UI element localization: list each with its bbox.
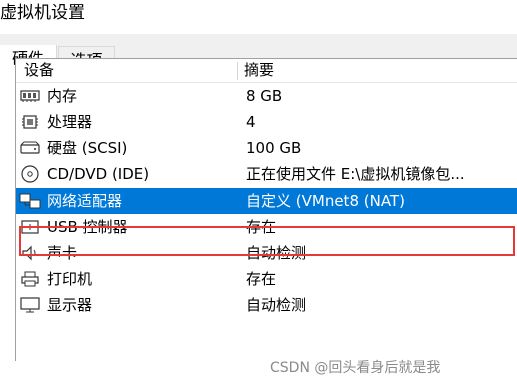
memory-icon: [19, 87, 41, 105]
device-name: CD/DVD (IDE): [47, 165, 150, 183]
device-row-processor[interactable]: 处理器 4: [16, 109, 517, 135]
device-summary: 自定义 (VMnet8 (NAT): [246, 192, 405, 210]
device-row-usb-controller[interactable]: USB 控制器 存在: [16, 214, 517, 240]
list-header: 设备 摘要: [16, 59, 517, 83]
device-summary: 正在使用文件 E:\虚拟机镜像包...: [246, 165, 465, 183]
device-row-hard-disk[interactable]: 硬盘 (SCSI) 100 GB: [16, 135, 517, 161]
device-summary: 8 GB: [246, 87, 283, 105]
device-name: 显示器: [47, 296, 93, 314]
device-row-printer[interactable]: 打印机 存在: [16, 266, 517, 292]
device-summary: 4: [246, 113, 256, 131]
column-header-summary[interactable]: 摘要: [244, 59, 274, 82]
printer-icon: [19, 270, 41, 288]
network-adapter-icon: [19, 192, 41, 210]
device-name: 网络适配器: [47, 192, 123, 210]
title-bar: 虚拟机设置: [0, 0, 517, 34]
device-list: 设备 摘要 内存 8 GB 处理器 4 硬盘 (SCSI) 100 GB CD/…: [15, 58, 517, 361]
device-name: USB 控制器: [47, 218, 128, 236]
speaker-icon: [19, 244, 41, 262]
device-row-sound-card[interactable]: 声卡 自动检测: [16, 240, 517, 266]
device-name: 处理器: [47, 113, 93, 131]
watermark: CSDN @回头看身后就是我: [270, 360, 441, 376]
device-name: 打印机: [47, 270, 93, 288]
monitor-icon: [19, 296, 41, 314]
usb-icon: [19, 218, 41, 236]
hard-disk-icon: [19, 139, 41, 157]
processor-icon: [19, 113, 41, 131]
device-row-display[interactable]: 显示器 自动检测: [16, 292, 517, 318]
device-name: 声卡: [47, 244, 78, 262]
device-summary: 自动检测: [246, 244, 307, 262]
device-row-memory[interactable]: 内存 8 GB: [16, 83, 517, 109]
device-summary: 自动检测: [246, 296, 307, 314]
device-row-network-adapter[interactable]: 网络适配器 自定义 (VMnet8 (NAT): [16, 188, 517, 214]
device-row-cd-dvd[interactable]: CD/DVD (IDE) 正在使用文件 E:\虚拟机镜像包...: [16, 161, 517, 187]
column-separator[interactable]: [237, 62, 238, 80]
cd-dvd-icon: [19, 165, 41, 183]
device-summary: 存在: [246, 218, 277, 236]
window-title: 虚拟机设置: [0, 3, 85, 23]
device-summary: 存在: [246, 270, 277, 288]
device-summary: 100 GB: [246, 139, 302, 157]
device-name: 硬盘 (SCSI): [47, 139, 128, 157]
device-name: 内存: [47, 87, 78, 105]
column-header-device[interactable]: 设备: [24, 59, 54, 82]
